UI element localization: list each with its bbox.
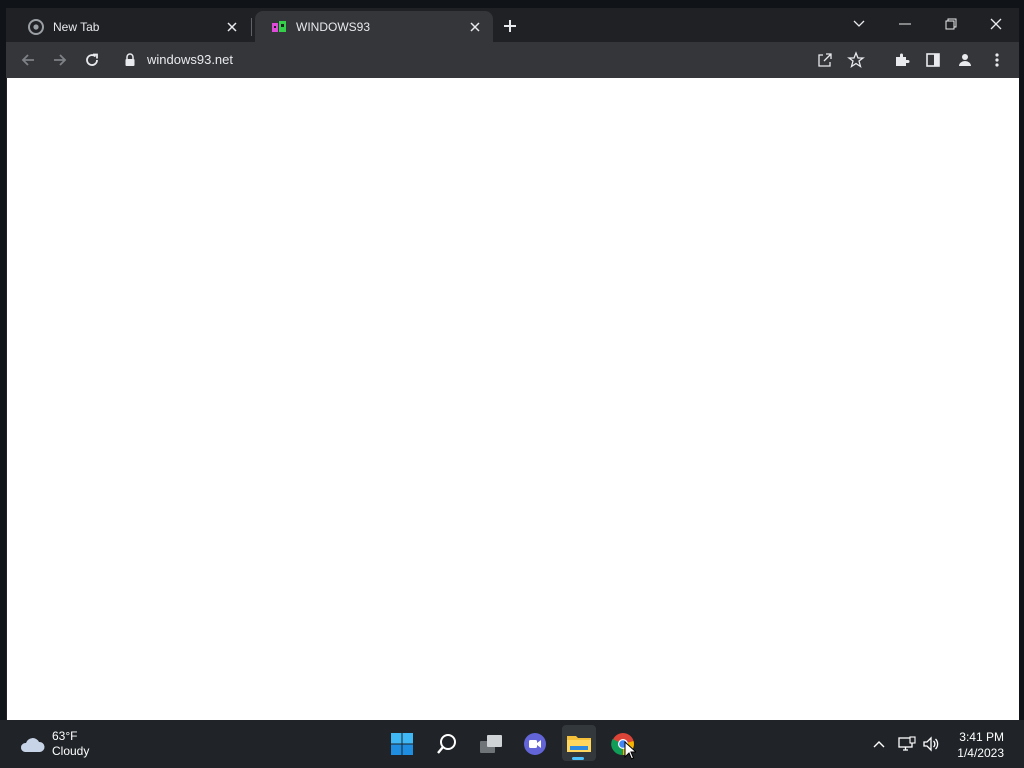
plus-icon (504, 20, 516, 32)
reload-button[interactable] (79, 47, 105, 73)
taskbar: 63°F Cloudy 3:41 PM 1/4/2023 (0, 720, 1024, 768)
file-explorer-button[interactable] (562, 725, 596, 761)
lock-icon[interactable] (124, 53, 136, 72)
windows-start-icon (391, 733, 413, 755)
clock-date: 1/4/2023 (957, 746, 1004, 760)
chrome-icon (28, 18, 44, 35)
bookmark-star-icon[interactable] (847, 51, 865, 74)
reload-icon (86, 53, 98, 66)
back-button[interactable] (15, 47, 41, 73)
teams-chat-icon (524, 733, 546, 755)
back-arrow-icon (21, 54, 34, 66)
tab-title: New Tab (53, 19, 100, 34)
close-icon (990, 18, 1002, 30)
volume-button[interactable] (921, 734, 941, 754)
close-window-button[interactable] (981, 10, 1011, 38)
minimize-icon (899, 23, 911, 25)
side-panel-icon (926, 53, 940, 67)
windows93-favicon (271, 19, 287, 35)
tab-separator (251, 18, 252, 36)
side-panel-button[interactable] (920, 47, 946, 73)
tab-new-tab[interactable]: New Tab (12, 11, 250, 42)
extensions-button[interactable] (889, 47, 915, 73)
task-view-icon (480, 735, 502, 753)
teams-chat-button[interactable] (519, 728, 551, 760)
tab-search-button[interactable] (844, 10, 874, 38)
weather-condition: Cloudy (52, 744, 90, 758)
tab-strip: New Tab WINDOWS93 (6, 8, 1019, 42)
forward-button[interactable] (47, 47, 73, 73)
network-icon (898, 736, 916, 751)
close-tab-icon[interactable] (467, 19, 483, 35)
chevron-up-icon (873, 741, 885, 748)
forward-arrow-icon (54, 54, 67, 66)
puzzle-icon (896, 53, 910, 66)
task-view-button[interactable] (475, 728, 507, 760)
start-button[interactable] (386, 728, 418, 760)
page-content[interactable] (7, 78, 1019, 720)
chevron-down-icon (853, 20, 865, 27)
speaker-icon (923, 736, 939, 752)
profile-button[interactable] (952, 47, 978, 73)
browser-toolbar: windows93.net (6, 42, 1019, 78)
active-app-indicator (572, 757, 584, 760)
menu-button[interactable] (984, 47, 1010, 73)
minimize-button[interactable] (890, 10, 920, 38)
new-tab-button[interactable] (500, 16, 520, 36)
cloud-icon (20, 738, 45, 752)
file-explorer-icon (567, 736, 591, 752)
search-icon (437, 734, 456, 754)
search-button[interactable] (431, 728, 463, 760)
weather-temperature: 63°F (52, 729, 78, 743)
clock-time: 3:41 PM (959, 730, 1004, 744)
profile-icon (959, 54, 971, 66)
weather-widget[interactable]: 63°F Cloudy (18, 729, 89, 759)
mouse-cursor-icon (624, 741, 636, 760)
restore-button[interactable] (936, 10, 966, 38)
tab-windows93[interactable]: WINDOWS93 (255, 11, 493, 42)
more-vertical-icon (995, 53, 999, 67)
desktop: New Tab WINDOWS93 windows93.net 63°F Clo… (0, 0, 1024, 768)
share-icon[interactable] (816, 51, 834, 74)
network-status-button[interactable] (897, 734, 917, 754)
system-clock[interactable]: 3:41 PM 1/4/2023 (957, 729, 1004, 761)
show-hidden-icons-button[interactable] (869, 734, 889, 754)
url-text[interactable]: windows93.net (147, 52, 233, 67)
address-bar[interactable]: windows93.net (114, 46, 874, 74)
browser-window: New Tab WINDOWS93 windows93.net (6, 8, 1019, 720)
tab-title: WINDOWS93 (296, 19, 371, 34)
close-tab-icon[interactable] (224, 19, 240, 35)
restore-icon (945, 18, 957, 30)
